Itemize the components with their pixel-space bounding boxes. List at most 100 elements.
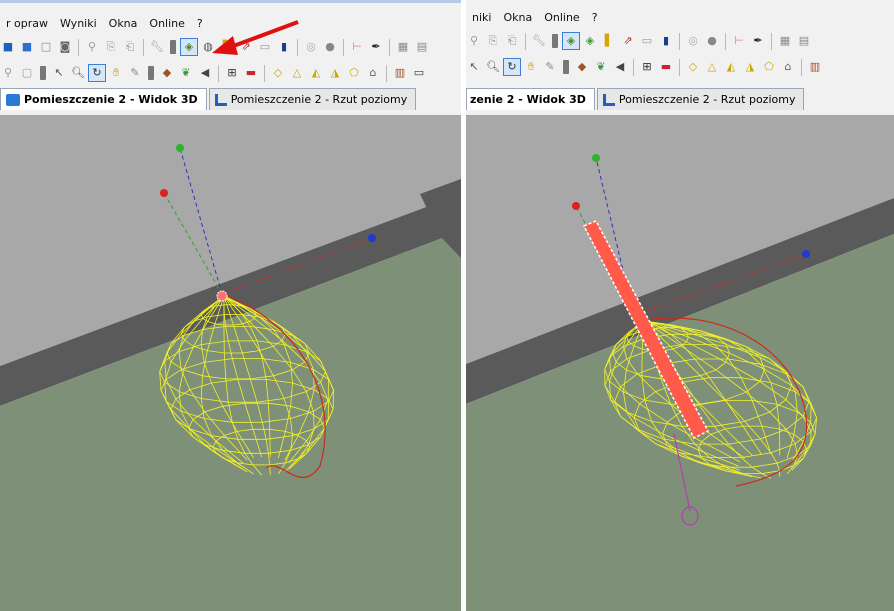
calc-icon[interactable]: ⊞ xyxy=(224,65,240,81)
luminaire-marker[interactable] xyxy=(216,290,228,302)
bucket-icon[interactable]: ◆ xyxy=(574,59,590,75)
folder-icon[interactable]: ▬ xyxy=(658,59,674,75)
compass-icon[interactable]: ⇗ xyxy=(620,33,636,49)
paint-icon[interactable]: ▌ xyxy=(219,39,235,55)
shape-c-icon[interactable]: ◭ xyxy=(723,59,739,75)
shape-b-icon[interactable]: △ xyxy=(289,65,305,81)
axis-handle-blue[interactable] xyxy=(802,250,810,258)
pen-icon[interactable]: ✒ xyxy=(368,39,384,55)
toolbar-grip[interactable] xyxy=(170,40,176,54)
shape-c-icon[interactable]: ◭ xyxy=(308,65,324,81)
calc-icon[interactable]: ⊞ xyxy=(639,59,655,75)
shape-d-icon[interactable]: ◮ xyxy=(742,59,758,75)
grid-2-icon[interactable]: ▤ xyxy=(414,39,430,55)
grid-icon[interactable]: ▦ xyxy=(395,39,411,55)
menu-help[interactable]: ? xyxy=(586,10,604,26)
arrow-icon[interactable]: ◀ xyxy=(197,65,213,81)
luminaire-highlighted-icon[interactable]: ◈ xyxy=(180,38,198,56)
arrow-icon[interactable]: ◀ xyxy=(612,59,628,75)
page-icon[interactable]: ▢ xyxy=(19,65,35,81)
leaf-icon[interactable]: ❦ xyxy=(593,59,609,75)
circle-icon[interactable]: ◎ xyxy=(303,39,319,55)
scene-3d[interactable] xyxy=(466,116,894,611)
paint-icon[interactable]: ▌ xyxy=(601,33,617,49)
zoom-icon[interactable]: 🔍︎ xyxy=(485,59,501,75)
paste-icon[interactable]: ⎗ xyxy=(504,33,520,49)
axis-handle-green[interactable] xyxy=(592,154,600,162)
compass-icon[interactable]: ⇗ xyxy=(238,39,254,55)
link-icon[interactable]: ⚲ xyxy=(84,39,100,55)
tab-rzut-poziomy[interactable]: Pomieszczenie 2 - Rzut poziomy xyxy=(208,88,417,110)
toolbar-grip-2[interactable] xyxy=(40,66,46,80)
frame-icon[interactable]: ▭ xyxy=(411,65,427,81)
house-icon[interactable]: ⌂ xyxy=(780,59,796,75)
viewport-3d[interactable] xyxy=(466,115,894,611)
panel-icon[interactable]: ▮ xyxy=(276,39,292,55)
measure-icon[interactable]: ✎ xyxy=(542,59,558,75)
menu-wyniki[interactable]: Wyniki xyxy=(54,16,103,32)
lamp-icon[interactable]: ◈ xyxy=(582,33,598,49)
luminaire-highlighted-icon[interactable]: ◈ xyxy=(562,32,580,50)
film-icon[interactable]: ▥ xyxy=(807,59,823,75)
copy-icon[interactable]: ⎘ xyxy=(103,39,119,55)
preview-icon[interactable]: ◙ xyxy=(57,39,73,55)
box-blue-icon[interactable]: ■ xyxy=(0,39,16,55)
house-icon[interactable]: ⌂ xyxy=(365,65,381,81)
measure-icon[interactable]: ✎ xyxy=(127,65,143,81)
select-icon[interactable]: ▭ xyxy=(257,39,273,55)
scene-3d[interactable] xyxy=(0,116,461,611)
select-icon[interactable]: ▭ xyxy=(639,33,655,49)
shape-e-icon[interactable]: ⬠ xyxy=(346,65,362,81)
circle-icon[interactable]: ◎ xyxy=(685,33,701,49)
menu-okna[interactable]: Okna xyxy=(497,10,538,26)
menu-wyniki[interactable]: niki xyxy=(466,10,497,26)
copy-icon[interactable]: ⎘ xyxy=(485,33,501,49)
rotate-icon[interactable]: ↻ xyxy=(503,58,521,76)
wrench-icon[interactable]: 🔧︎ xyxy=(149,39,165,55)
shape-a-icon[interactable]: ◇ xyxy=(685,59,701,75)
axis-handle-blue[interactable] xyxy=(368,234,376,242)
pen-icon[interactable]: ✒ xyxy=(750,33,766,49)
cursor-icon[interactable]: ↖ xyxy=(466,59,482,75)
shape-a-icon[interactable]: ◇ xyxy=(270,65,286,81)
tool-icon[interactable]: ⊢ xyxy=(731,33,747,49)
box-blue-2-icon[interactable]: ■ xyxy=(19,39,35,55)
lamp-icon[interactable]: ◍ xyxy=(200,39,216,55)
toolbar-grip-2[interactable] xyxy=(563,60,569,74)
menu-online[interactable]: Online xyxy=(538,10,585,26)
circle-2-icon[interactable]: ● xyxy=(322,39,338,55)
panel-icon[interactable]: ▮ xyxy=(658,33,674,49)
tool-icon[interactable]: ⊢ xyxy=(349,39,365,55)
tab-rzut-poziomy[interactable]: Pomieszczenie 2 - Rzut poziomy xyxy=(596,88,805,110)
film-icon[interactable]: ▥ xyxy=(392,65,408,81)
stamp-icon[interactable]: ⚲ xyxy=(0,65,16,81)
link-icon[interactable]: ⚲ xyxy=(466,33,482,49)
tab-widok-3d[interactable]: zenie 2 - Widok 3D xyxy=(466,88,595,110)
menu-okna[interactable]: Okna xyxy=(103,16,144,32)
pan-icon[interactable]: ✋︎ xyxy=(108,65,124,81)
axis-handle-red[interactable] xyxy=(160,189,168,197)
tab-widok-3d[interactable]: Pomieszczenie 2 - Widok 3D xyxy=(0,88,207,110)
axis-handle-green[interactable] xyxy=(176,144,184,152)
paste-icon[interactable]: ⎗ xyxy=(122,39,138,55)
leaf-icon[interactable]: ❦ xyxy=(178,65,194,81)
grid-2-icon[interactable]: ▤ xyxy=(796,33,812,49)
circle-2-icon[interactable]: ● xyxy=(704,33,720,49)
rotate-icon[interactable]: ↻ xyxy=(88,64,106,82)
zoom-icon[interactable]: 🔍︎ xyxy=(70,65,86,81)
wrench-icon[interactable]: 🔧︎ xyxy=(531,33,547,49)
folder-icon[interactable]: ▬ xyxy=(243,65,259,81)
shape-e-icon[interactable]: ⬠ xyxy=(761,59,777,75)
cursor-icon[interactable]: ↖ xyxy=(51,65,67,81)
pan-icon[interactable]: ✋︎ xyxy=(523,59,539,75)
menu-online[interactable]: Online xyxy=(143,16,190,32)
grid-icon[interactable]: ▦ xyxy=(777,33,793,49)
axis-handle-red[interactable] xyxy=(572,202,580,210)
box-white-icon[interactable]: □ xyxy=(38,39,54,55)
viewport-3d[interactable] xyxy=(0,115,461,611)
bucket-icon[interactable]: ◆ xyxy=(159,65,175,81)
toolbar-grip-3[interactable] xyxy=(148,66,154,80)
menu-opraw[interactable]: r opraw xyxy=(0,16,54,32)
shape-b-icon[interactable]: △ xyxy=(704,59,720,75)
shape-d-icon[interactable]: ◮ xyxy=(327,65,343,81)
